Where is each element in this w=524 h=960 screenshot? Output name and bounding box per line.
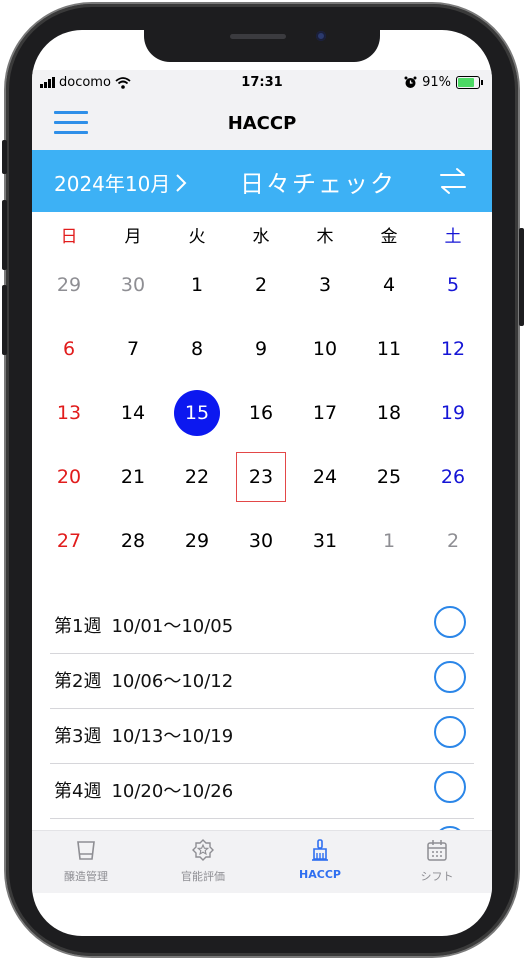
- nav-title: HACCP: [227, 113, 297, 134]
- calendar-day[interactable]: 31: [293, 526, 357, 556]
- week-label: 第3週 10/13〜10/19: [54, 722, 233, 748]
- battery-percent: 91%: [422, 75, 451, 90]
- app-screen: docomo 17:31 91% HACCP 2024年10月 日々チェック 日…: [32, 30, 492, 936]
- tab-label: 醸造管理: [64, 870, 108, 883]
- status-right: 91%: [404, 75, 483, 90]
- calendar-day[interactable]: 16: [229, 398, 293, 428]
- alarm-icon: [404, 76, 417, 88]
- nav-bar: HACCP: [32, 96, 492, 150]
- calendar-day[interactable]: 26: [421, 462, 485, 492]
- calendar-day[interactable]: 2: [229, 270, 293, 300]
- calendar-day[interactable]: 7: [101, 334, 165, 364]
- tab-label: シフト: [420, 870, 454, 883]
- side-button-silent: [2, 140, 7, 174]
- week-number: 第4週: [54, 781, 102, 802]
- page-title: 日々チェック: [240, 170, 396, 198]
- calendar-icon: [427, 840, 447, 861]
- tab-bar: 醸造管理 官能評価 HACCP シフト: [32, 830, 492, 893]
- calendar-day[interactable]: 30: [229, 526, 293, 556]
- week-number: 第2週: [54, 671, 102, 692]
- month-label: 2024年10月: [54, 172, 171, 196]
- side-button-power: [519, 228, 524, 326]
- calendar-day[interactable]: 27: [37, 526, 101, 556]
- calendar-day[interactable]: 21: [101, 462, 165, 492]
- calendar-day[interactable]: 3: [293, 270, 357, 300]
- weekday-label: 火: [188, 227, 206, 247]
- calendar-day-outside[interactable]: 2: [421, 526, 485, 556]
- chevron-right-icon: [176, 173, 187, 192]
- calendar-day[interactable]: 25: [357, 462, 421, 492]
- calendar-day[interactable]: 23: [229, 462, 293, 492]
- tab-label: HACCP: [299, 868, 341, 881]
- week-range: 10/01〜10/05: [111, 616, 234, 637]
- calendar-day[interactable]: 6: [37, 334, 101, 364]
- calendar-day[interactable]: 22: [165, 462, 229, 492]
- calendar-day-outside[interactable]: 30: [101, 270, 165, 300]
- week-row[interactable]: 第1週 10/01〜10/05: [50, 598, 474, 654]
- week-status-circle[interactable]: [434, 661, 466, 693]
- tab-3[interactable]: HACCP: [270, 837, 370, 881]
- weekday-label: 土: [444, 227, 462, 247]
- week-status-circle[interactable]: [434, 771, 466, 803]
- month-selector[interactable]: 2024年10月: [54, 168, 188, 197]
- cup-icon: [77, 841, 95, 860]
- tab-label: 官能評価: [181, 870, 225, 883]
- calendar-day[interactable]: 11: [357, 334, 421, 364]
- calendar-day-outside[interactable]: 1: [357, 526, 421, 556]
- notch: [144, 30, 380, 62]
- calendar-day[interactable]: 5: [421, 270, 485, 300]
- weekday-label: 月: [124, 227, 142, 247]
- week-number: 第1週: [54, 616, 102, 637]
- calendar-day[interactable]: 15: [165, 398, 229, 428]
- calendar-day[interactable]: 28: [101, 526, 165, 556]
- week-status-circle[interactable]: [434, 606, 466, 638]
- calendar-day[interactable]: 13: [37, 398, 101, 428]
- front-camera: [316, 31, 326, 41]
- weekday-label: 水: [252, 227, 270, 247]
- calendar-day[interactable]: 18: [357, 398, 421, 428]
- calendar-day[interactable]: 14: [101, 398, 165, 428]
- calendar-day[interactable]: 1: [165, 270, 229, 300]
- speaker-grille: [230, 34, 286, 39]
- calendar-day[interactable]: 10: [293, 334, 357, 364]
- calendar-day[interactable]: 17: [293, 398, 357, 428]
- side-button-volume-down: [2, 285, 7, 355]
- tab-2[interactable]: 官能評価: [153, 837, 253, 884]
- calendar-day[interactable]: 8: [165, 334, 229, 364]
- week-row[interactable]: 第2週 10/06〜10/12: [50, 653, 474, 709]
- calendar-day[interactable]: 12: [421, 334, 485, 364]
- calendar-day[interactable]: 24: [293, 462, 357, 492]
- week-status-circle[interactable]: [434, 716, 466, 748]
- calendar-day[interactable]: 9: [229, 334, 293, 364]
- week-label: 第1週 10/01〜10/05: [54, 612, 233, 638]
- weekday-label: 日: [60, 227, 78, 247]
- week-row[interactable]: 第3週 10/13〜10/19: [50, 708, 474, 764]
- swap-arrows-icon[interactable]: [438, 166, 468, 196]
- side-button-volume-up: [2, 200, 7, 270]
- broom-icon: [312, 839, 328, 861]
- week-range: 10/13〜10/19: [111, 726, 234, 747]
- month-bar: 2024年10月 日々チェック: [32, 150, 492, 212]
- weekday-header: 日月火水木金土: [32, 222, 492, 252]
- calendar-day-outside[interactable]: 29: [37, 270, 101, 300]
- week-range: 10/20〜10/26: [111, 781, 234, 802]
- calendar-day[interactable]: 4: [357, 270, 421, 300]
- weekday-label: 金: [380, 227, 398, 247]
- status-bar: docomo 17:31 91%: [32, 70, 492, 96]
- week-number: 第3週: [54, 726, 102, 747]
- calendar-day[interactable]: 29: [165, 526, 229, 556]
- calendar-day[interactable]: 20: [37, 462, 101, 492]
- week-label: 第4週 10/20〜10/26: [54, 777, 233, 803]
- week-row[interactable]: 第4週 10/20〜10/26: [50, 763, 474, 819]
- tab-1[interactable]: 醸造管理: [36, 837, 136, 884]
- weekday-label: 木: [316, 227, 334, 247]
- calendar-day[interactable]: 19: [421, 398, 485, 428]
- battery-icon: [456, 76, 483, 89]
- week-range: 10/06〜10/12: [111, 671, 234, 692]
- tab-4[interactable]: シフト: [387, 837, 487, 884]
- star-badge-icon: [192, 839, 214, 861]
- week-label: 第2週 10/06〜10/12: [54, 667, 233, 693]
